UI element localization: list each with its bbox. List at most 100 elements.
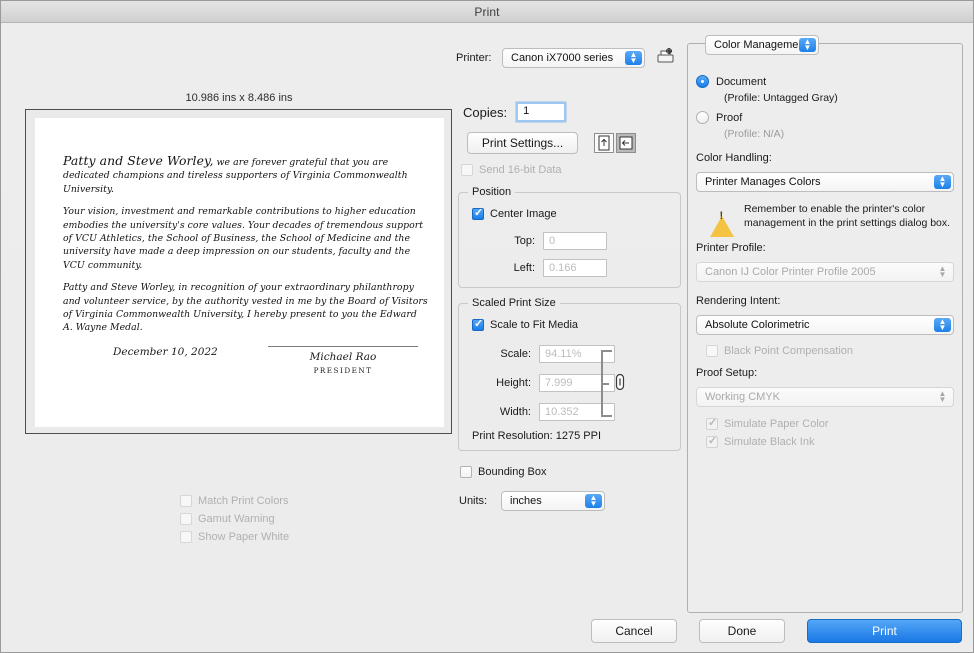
chevron-updown-icon: ▲▼ [585,494,602,508]
width-label: Width: [479,406,531,418]
certificate-signature-block: Michael Rao PRESIDENT [268,346,418,375]
printer-select[interactable]: Canon iX7000 series ▲▼ [502,48,645,68]
done-button[interactable]: Done [699,619,785,643]
window-title: Print [474,5,499,19]
color-management-section-select[interactable]: Color Management ▲▼ [705,35,819,55]
show-paper-white-row[interactable]: Show Paper White [180,528,289,546]
link-chain-glyph [614,373,626,391]
print-dialog: Print 10.986 ins x 8.486 ins Patty and S… [0,0,974,653]
width-row: Width: 10.352 [479,403,615,421]
simulate-black-ink-label: Simulate Black Ink [724,436,814,448]
simulate-paper-color-checkbox[interactable] [706,418,718,430]
certificate-paragraph-3: Patty and Steve Worley, in recognition o… [63,281,428,335]
match-print-colors-checkbox[interactable] [180,495,192,507]
print-settings-button[interactable]: Print Settings... [467,132,578,154]
landscape-orientation-icon[interactable] [616,133,636,153]
preview-page: Patty and Steve Worley, we are forever g… [35,118,444,427]
send-16bit-label: Send 16-bit Data [479,164,562,176]
color-management-section-popup-wrap: Color Management ▲▼ [705,35,819,55]
color-warning-row: Remember to enable the printer's color m… [696,202,954,230]
document-radio[interactable] [696,75,709,88]
simulate-black-ink-row[interactable]: Simulate Black Ink [706,436,954,448]
black-point-checkbox[interactable] [706,345,718,357]
copies-input[interactable]: 1 [516,102,566,122]
certificate-body: Patty and Steve Worley, we are forever g… [63,154,428,344]
top-label: Top: [495,235,535,247]
rendering-intent-select[interactable]: Absolute Colorimetric ▲▼ [696,315,954,335]
print-settings-row: Print Settings... [467,132,636,154]
landscape-glyph [617,134,635,152]
gamut-warning-checkbox[interactable] [180,513,192,525]
scale-to-fit-label: Scale to Fit Media [490,319,578,331]
scale-label: Scale: [479,348,531,360]
units-select-value: inches [510,495,542,507]
color-handling-select[interactable]: Printer Manages Colors ▲▼ [696,172,954,192]
top-row: Top: 0 [495,232,607,250]
signer-title: PRESIDENT [268,366,418,375]
center-image-label: Center Image [490,208,557,220]
document-profile-text: (Profile: Untagged Gray) [724,92,954,104]
printer-select-value: Canon iX7000 series [511,52,613,64]
bounding-box-label: Bounding Box [478,466,547,478]
proof-radio-row[interactable]: Proof [696,111,954,124]
black-point-label: Black Point Compensation [724,345,853,357]
color-warning-text: Remember to enable the printer's color m… [744,202,954,230]
center-image-row[interactable]: Center Image [472,208,557,220]
certificate-paragraph-2: Your vision, investment and remarkable c… [63,205,428,272]
printer-row: Printer: Canon iX7000 series ▲▼ [456,47,676,68]
signature-line [268,346,418,347]
send-16bit-row[interactable]: Send 16-bit Data [461,164,562,176]
match-print-colors-row[interactable]: Match Print Colors [180,492,289,510]
cancel-button[interactable]: Cancel [591,619,677,643]
scale-to-fit-row[interactable]: Scale to Fit Media [472,319,578,331]
document-label: Document [716,76,766,88]
certificate-recipient: Patty and Steve Worley, [63,153,214,168]
bounding-box-checkbox[interactable] [460,466,472,478]
simulate-black-ink-checkbox[interactable] [706,436,718,448]
certificate-date: December 10, 2022 [63,346,218,358]
units-select[interactable]: inches ▲▼ [501,491,605,511]
scaled-print-size-title: Scaled Print Size [468,297,560,309]
color-management-section-value: Color Management [714,39,808,51]
proof-label: Proof [716,112,742,124]
print-preview-frame[interactable]: Patty and Steve Worley, we are forever g… [25,109,452,434]
proof-setup-value: Working CMYK [705,391,780,403]
left-input[interactable]: 0.166 [543,259,607,277]
title-bar: Print [1,1,973,23]
portrait-orientation-icon[interactable] [594,133,614,153]
link-chain-icon[interactable] [614,373,626,394]
document-radio-row[interactable]: Document [696,75,954,88]
copies-row: Copies: 1 [463,102,566,122]
height-label: Height: [479,377,531,389]
scaled-print-size-group: Scaled Print Size Scale to Fit Media Sca… [458,303,681,451]
gamut-warning-row[interactable]: Gamut Warning [180,510,289,528]
chevron-updown-icon: ▲▼ [934,390,951,404]
match-print-colors-label: Match Print Colors [198,495,288,507]
top-input[interactable]: 0 [543,232,607,250]
color-management-panel: Document (Profile: Untagged Gray) Proof … [687,43,963,613]
rendering-intent-value: Absolute Colorimetric [705,319,810,331]
units-row: Units: inches ▲▼ [459,491,605,511]
scale-to-fit-checkbox[interactable] [472,319,484,331]
simulate-paper-color-label: Simulate Paper Color [724,418,829,430]
printer-profile-value: Canon IJ Color Printer Profile 2005 [705,266,876,278]
proof-setup-select[interactable]: Working CMYK ▲▼ [696,387,954,407]
show-paper-white-checkbox[interactable] [180,531,192,543]
scale-row: Scale: 94.11% [479,345,615,363]
add-printer-icon[interactable] [656,47,676,68]
chevron-updown-icon: ▲▼ [799,38,816,52]
send-16bit-checkbox[interactable] [461,164,473,176]
proof-radio[interactable] [696,111,709,124]
bounding-box-row[interactable]: Bounding Box [460,466,547,478]
left-label: Left: [495,262,535,274]
add-printer-glyph [656,47,676,65]
print-button[interactable]: Print [807,619,962,643]
printer-profile-label: Printer Profile: [696,242,954,254]
center-image-checkbox[interactable] [472,208,484,220]
simulate-paper-color-row[interactable]: Simulate Paper Color [706,418,954,430]
printer-profile-select[interactable]: Canon IJ Color Printer Profile 2005 ▲▼ [696,262,954,282]
black-point-row[interactable]: Black Point Compensation [706,345,954,357]
left-row: Left: 0.166 [495,259,607,277]
certificate-footer: December 10, 2022 Michael Rao PRESIDENT [63,346,418,375]
color-handling-label: Color Handling: [696,152,954,164]
